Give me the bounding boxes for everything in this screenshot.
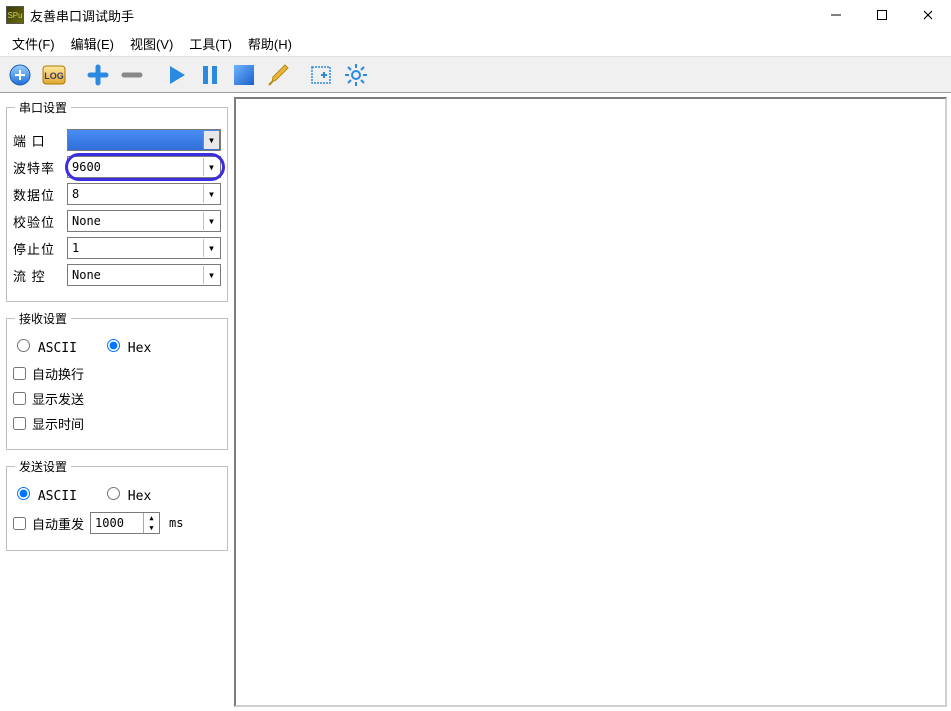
toolbar-pause-button[interactable] [194, 59, 226, 91]
port-combo[interactable]: ▾ [67, 129, 221, 151]
toolbar-add-button[interactable] [82, 59, 114, 91]
send-settings-group: 发送设置 ASCII Hex 自动重发 1000 ▲▼ ms [6, 458, 228, 551]
recv-showsend-label: 显示发送 [32, 389, 84, 408]
chevron-down-icon: ▾ [203, 212, 219, 230]
send-interval-spinner[interactable]: 1000 ▲▼ [90, 512, 160, 534]
chevron-down-icon: ▾ [203, 158, 219, 176]
menu-tools[interactable]: 工具(T) [181, 31, 240, 56]
serial-legend: 串口设置 [15, 99, 71, 116]
toolbar-clear-button[interactable] [228, 59, 260, 91]
stopbits-combo[interactable]: 1 ▾ [67, 237, 221, 259]
send-interval-unit: ms [169, 516, 183, 530]
databits-value: 8 [72, 187, 79, 201]
stopbits-label: 停止位 [13, 239, 61, 258]
toolbar-start-button[interactable] [160, 59, 192, 91]
send-hex-radio[interactable]: Hex [107, 487, 151, 504]
recv-wrap-label: 自动换行 [32, 364, 84, 383]
menu-edit[interactable]: 编辑(E) [63, 31, 122, 56]
recv-showtime-label: 显示时间 [32, 414, 84, 433]
minimize-button[interactable] [813, 0, 859, 30]
port-label: 端 口 [13, 131, 61, 150]
baud-value: 9600 [72, 160, 101, 174]
window-title: 友善串口调试助手 [30, 6, 134, 25]
title-bar: SPu 友善串口调试助手 [0, 0, 951, 30]
chevron-down-icon: ▾ [203, 266, 219, 284]
parity-label: 校验位 [13, 212, 61, 231]
stopbits-value: 1 [72, 241, 79, 255]
databits-combo[interactable]: 8 ▾ [67, 183, 221, 205]
recv-showsend-check[interactable] [13, 392, 26, 405]
recv-ascii-radio[interactable]: ASCII [17, 339, 77, 356]
menu-bar: 文件(F) 编辑(E) 视图(V) 工具(T) 帮助(H) [0, 30, 951, 56]
parity-value: None [72, 214, 101, 228]
spin-down-icon[interactable]: ▼ [144, 523, 159, 533]
flow-label: 流 控 [13, 266, 61, 285]
spin-up-icon[interactable]: ▲ [144, 513, 159, 523]
recv-showtime-check[interactable] [13, 417, 26, 430]
baud-label: 波特率 [13, 158, 61, 177]
toolbar: LOG [0, 56, 951, 93]
baud-combo[interactable]: 9600 ▾ [67, 156, 221, 178]
menu-help[interactable]: 帮助(H) [240, 31, 300, 56]
toolbar-newwindow-button[interactable] [306, 59, 338, 91]
menu-view[interactable]: 视图(V) [122, 31, 181, 56]
maximize-button[interactable] [859, 0, 905, 30]
receive-settings-group: 接收设置 ASCII Hex 自动换行 显示发送 显示时间 [6, 310, 228, 450]
chevron-down-icon: ▾ [203, 239, 219, 257]
recv-hex-label: Hex [128, 341, 151, 356]
send-ascii-label: ASCII [38, 489, 77, 504]
send-legend: 发送设置 [15, 458, 71, 475]
send-autorepeat-label: 自动重发 [32, 514, 84, 533]
send-ascii-radio[interactable]: ASCII [17, 487, 77, 504]
databits-label: 数据位 [13, 185, 61, 204]
send-interval-value: 1000 [91, 516, 143, 530]
chevron-down-icon: ▾ [203, 131, 219, 149]
app-icon: SPu [6, 6, 24, 24]
send-hex-label: Hex [128, 489, 151, 504]
toolbar-log-button[interactable]: LOG [38, 59, 70, 91]
recv-hex-radio[interactable]: Hex [107, 339, 151, 356]
toolbar-brush-button[interactable] [262, 59, 294, 91]
send-autorepeat-check[interactable] [13, 517, 26, 530]
toolbar-settings-button[interactable] [340, 59, 372, 91]
toolbar-connect-button[interactable] [4, 59, 36, 91]
svg-text:LOG: LOG [44, 71, 64, 81]
serial-settings-group: 串口设置 端 口 ▾ 波特率 9600 ▾ 数据位 8 [6, 99, 228, 302]
recv-ascii-label: ASCII [38, 341, 77, 356]
flow-combo[interactable]: None ▾ [67, 264, 221, 286]
chevron-down-icon: ▾ [203, 185, 219, 203]
recv-wrap-check[interactable] [13, 367, 26, 380]
parity-combo[interactable]: None ▾ [67, 210, 221, 232]
flow-value: None [72, 268, 101, 282]
main-area: 串口设置 端 口 ▾ 波特率 9600 ▾ 数据位 8 [0, 93, 951, 711]
toolbar-remove-button[interactable] [116, 59, 148, 91]
sidebar: 串口设置 端 口 ▾ 波特率 9600 ▾ 数据位 8 [0, 93, 234, 711]
menu-file[interactable]: 文件(F) [4, 31, 63, 56]
recv-legend: 接收设置 [15, 310, 71, 327]
close-button[interactable] [905, 0, 951, 30]
output-area[interactable] [234, 97, 947, 707]
